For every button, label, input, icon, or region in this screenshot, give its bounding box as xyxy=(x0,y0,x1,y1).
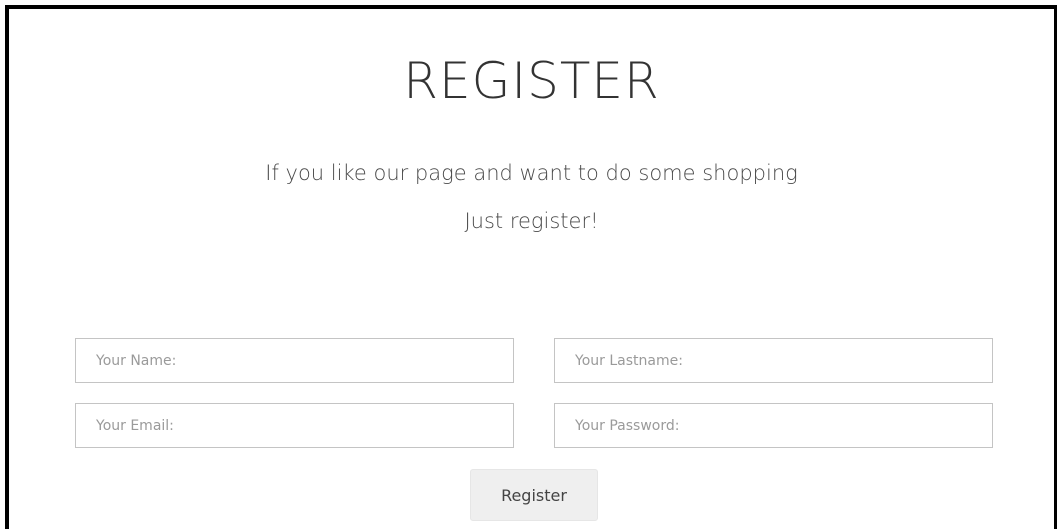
email-input[interactable] xyxy=(75,403,514,448)
name-input[interactable] xyxy=(75,338,514,383)
page-title: REGISTER xyxy=(403,52,660,110)
subtitle-line-1: If you like our page and want to do some… xyxy=(265,161,798,185)
subtitle-line-2: Just register! xyxy=(464,209,599,233)
lastname-input[interactable] xyxy=(554,338,993,383)
password-input[interactable] xyxy=(554,403,993,448)
register-button[interactable]: Register xyxy=(470,469,598,521)
register-panel: REGISTER If you like our page and want t… xyxy=(5,5,1057,529)
